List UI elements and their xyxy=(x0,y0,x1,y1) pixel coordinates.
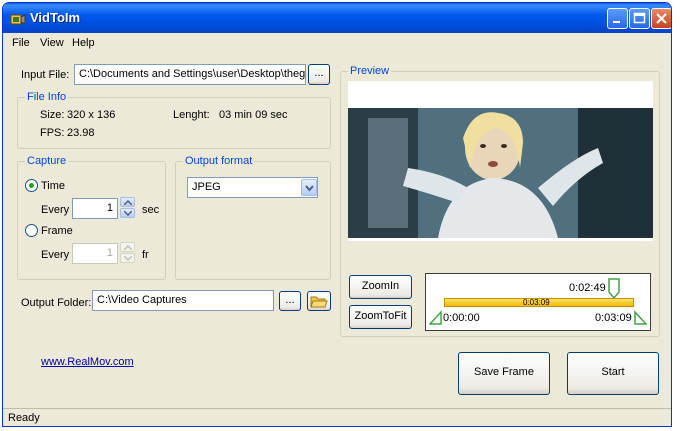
zoom-in-button[interactable]: ZoomIn xyxy=(349,275,412,299)
start-handle-icon[interactable] xyxy=(429,310,443,326)
close-button[interactable] xyxy=(651,8,671,29)
zoom-to-fit-button[interactable]: ZoomToFit xyxy=(349,305,412,329)
chevron-down-icon xyxy=(305,185,314,192)
end-time-label: 0:03:09 xyxy=(595,312,632,324)
time-every-input[interactable]: 1 xyxy=(72,198,118,219)
frame-spin-up[interactable] xyxy=(120,242,135,252)
preview-area xyxy=(348,81,653,241)
length-value: 03 min 09 sec xyxy=(219,109,288,121)
frame-every-label: Every xyxy=(41,249,70,261)
time-every-label: Every xyxy=(41,204,70,216)
close-icon xyxy=(656,13,667,24)
length-label: Lenght: xyxy=(173,109,210,121)
frame-radio-label[interactable]: Frame xyxy=(41,225,73,237)
output-format-title: Output format xyxy=(183,155,255,167)
minimize-button[interactable] xyxy=(607,8,628,29)
size-label: Size: xyxy=(40,109,65,121)
frame-every-input[interactable]: 1 xyxy=(72,243,118,264)
input-file-browse-button[interactable]: ... xyxy=(308,64,330,85)
timeline-bar-label: 0:03:09 xyxy=(523,298,550,307)
input-file-field[interactable]: C:\Documents and Settings\user\Desktop\t… xyxy=(74,64,306,85)
menu-help[interactable]: Help xyxy=(72,37,95,49)
output-format-dropdown-button[interactable] xyxy=(301,179,317,196)
time-radio[interactable] xyxy=(25,179,38,192)
menu-bar: File View Help xyxy=(3,33,671,53)
input-file-label: Input File: xyxy=(21,69,70,81)
file-info-group: File Info xyxy=(17,91,331,149)
chevron-down-icon xyxy=(124,256,132,261)
chevron-up-icon xyxy=(124,200,132,205)
website-link[interactable]: www.RealMov.com xyxy=(41,356,134,368)
time-unit-label: sec xyxy=(142,204,160,216)
timeline-panel[interactable]: 0:02:49 0:03:09 0:00:00 0:03:09 xyxy=(425,273,651,331)
output-folder-label: Output Folder: xyxy=(21,297,92,309)
chevron-down-icon xyxy=(124,211,132,216)
maximize-icon xyxy=(633,12,646,24)
save-frame-button[interactable]: Save Frame xyxy=(458,352,550,395)
minimize-icon xyxy=(613,21,620,23)
current-time-label: 0:02:49 xyxy=(569,282,606,294)
fps-label: FPS: xyxy=(40,127,65,139)
window-title: VidToIm xyxy=(30,10,81,25)
capture-title: Capture xyxy=(25,155,69,167)
time-spin-up[interactable] xyxy=(120,197,135,207)
start-time-label: 0:00:00 xyxy=(443,312,480,324)
output-folder-field[interactable]: C:\Video Captures xyxy=(92,290,274,311)
start-button[interactable]: Start xyxy=(567,352,659,395)
preview-title: Preview xyxy=(348,65,392,77)
folder-icon xyxy=(310,296,328,308)
end-marker-icon[interactable] xyxy=(607,278,621,300)
end-handle-icon[interactable] xyxy=(633,310,647,326)
output-folder-browse-button[interactable]: ... xyxy=(279,291,301,311)
app-window: VidToIm File View Help Input File: C:\Do… xyxy=(2,2,672,427)
video-frame-image xyxy=(348,108,653,238)
frame-spin-down[interactable] xyxy=(120,253,135,263)
file-info-title: File Info xyxy=(25,91,69,103)
fps-value: 23.98 xyxy=(67,127,95,139)
menu-file[interactable]: File xyxy=(12,37,30,49)
time-spin-down[interactable] xyxy=(120,208,135,218)
maximize-button[interactable] xyxy=(629,8,650,29)
app-icon xyxy=(10,12,26,26)
open-folder-button[interactable] xyxy=(307,291,331,311)
output-format-select[interactable]: JPEG xyxy=(187,177,318,198)
chevron-up-icon xyxy=(124,245,132,250)
frame-radio[interactable] xyxy=(25,224,38,237)
title-bar[interactable]: VidToIm xyxy=(3,3,671,33)
status-bar: Ready xyxy=(3,408,671,426)
time-radio-label[interactable]: Time xyxy=(41,180,65,192)
size-value: 320 x 136 xyxy=(67,109,116,121)
menu-view[interactable]: View xyxy=(40,37,64,49)
frame-unit-label: fr xyxy=(142,249,149,261)
status-text: Ready xyxy=(8,412,40,424)
